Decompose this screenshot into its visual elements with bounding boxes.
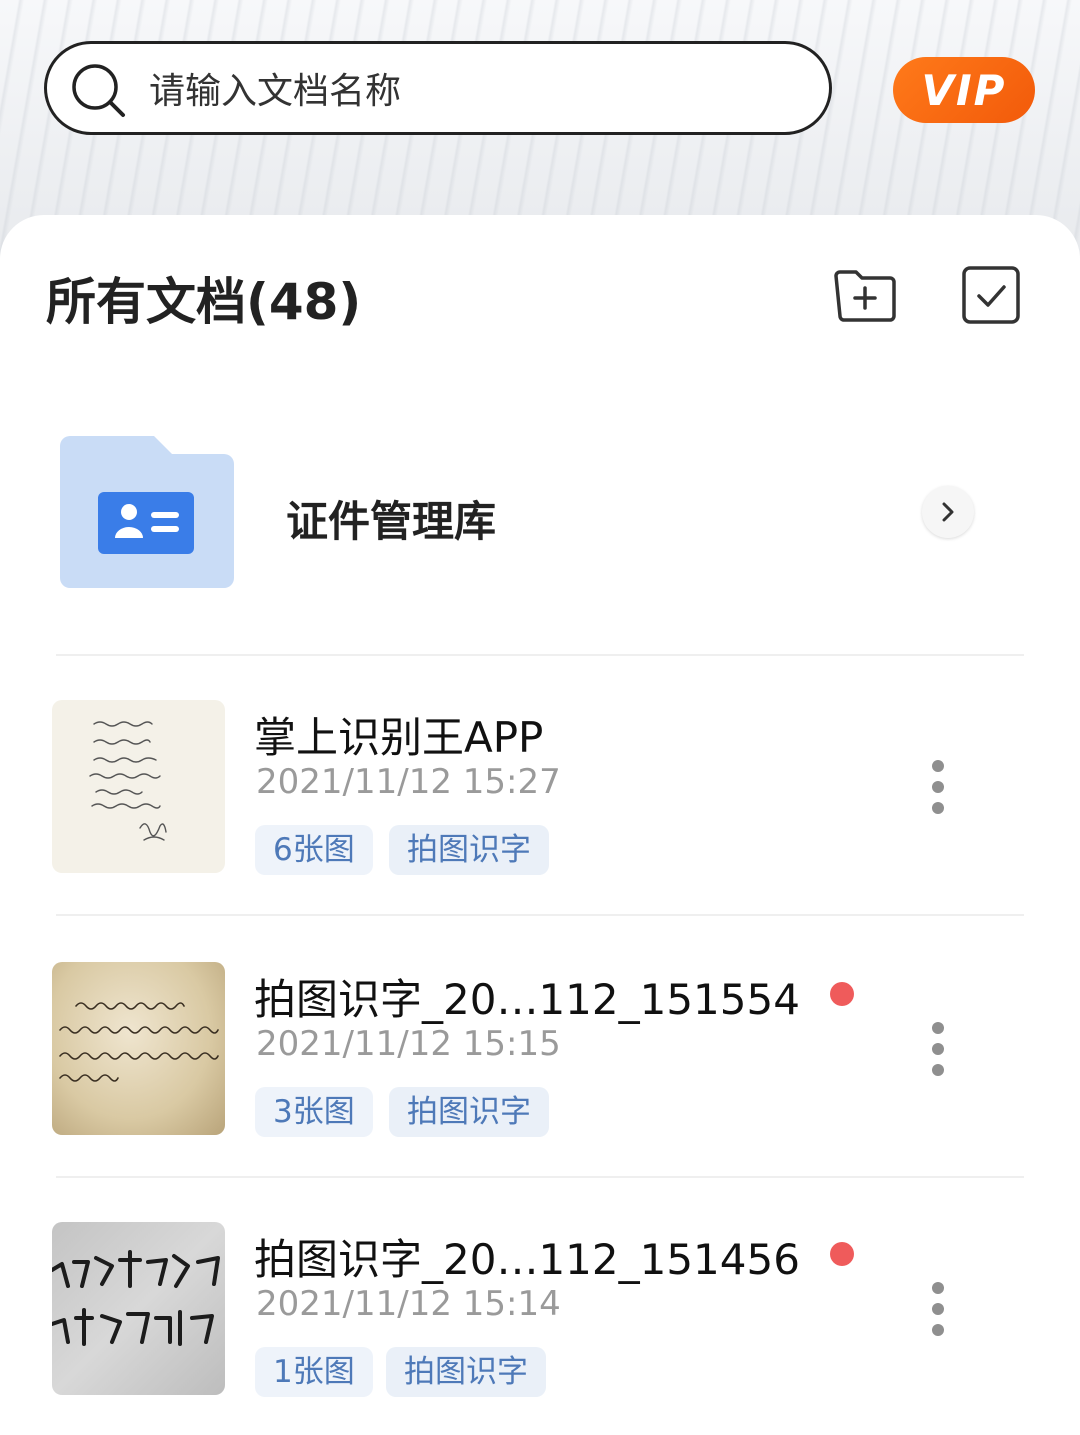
document-row[interactable]: 掌上识别王APP 2021/11/12 15:27 6张图 拍图识字 (0, 700, 1080, 900)
page-title: 所有文档(48) (46, 273, 362, 331)
vip-button[interactable]: VIP (893, 57, 1035, 123)
document-row[interactable]: 拍图识字_20…112_151554 2021/11/12 15:15 3张图 … (0, 962, 1080, 1162)
divider (56, 654, 1024, 656)
document-row[interactable]: 拍图识字_20…112_151456 2021/11/12 15:14 1张图 … (0, 1222, 1080, 1422)
document-type-tag: 拍图识字 (386, 1347, 546, 1397)
page-count-tag: 3张图 (255, 1087, 373, 1137)
divider (56, 1176, 1024, 1178)
handwriting-note-image (89, 721, 167, 841)
divider (56, 914, 1024, 916)
brush-calligraphy-image (52, 1250, 220, 1346)
folder-label: 证件管理库 (286, 497, 497, 546)
search-input[interactable] (147, 62, 811, 120)
more-vertical-icon (932, 760, 944, 772)
chevron-right-button[interactable] (922, 486, 974, 538)
search-bar[interactable] (44, 41, 832, 135)
more-options-button[interactable] (922, 760, 954, 824)
calligraphy-paper-image (59, 1002, 219, 1082)
more-vertical-icon (932, 1282, 944, 1294)
unread-dot (830, 982, 854, 1006)
document-thumbnail[interactable] (52, 962, 225, 1135)
more-options-button[interactable] (922, 1022, 954, 1086)
select-checkbox-icon[interactable] (958, 262, 1024, 328)
document-date: 2021/11/12 15:15 (256, 1024, 561, 1064)
chevron-right-icon (942, 502, 954, 522)
new-folder-icon[interactable] (832, 262, 898, 328)
more-options-button[interactable] (922, 1282, 954, 1346)
document-date: 2021/11/12 15:14 (256, 1284, 561, 1324)
page-count-tag: 1张图 (255, 1347, 373, 1397)
document-title: 拍图识字_20…112_151554 (254, 975, 800, 1024)
page-count-tag: 6张图 (255, 825, 373, 875)
id-card-folder-icon (60, 436, 234, 588)
document-title: 拍图识字_20…112_151456 (254, 1235, 800, 1284)
document-thumbnail[interactable] (52, 700, 225, 873)
more-vertical-icon (932, 1022, 944, 1034)
document-title: 掌上识别王APP (254, 713, 544, 762)
document-type-tag: 拍图识字 (389, 825, 549, 875)
document-date: 2021/11/12 15:27 (256, 762, 561, 802)
folder-row-id-library[interactable]: 证件管理库 (0, 420, 1080, 610)
search-icon (72, 64, 125, 117)
document-type-tag: 拍图识字 (389, 1087, 549, 1137)
document-thumbnail[interactable] (52, 1222, 225, 1395)
unread-dot (830, 1242, 854, 1266)
